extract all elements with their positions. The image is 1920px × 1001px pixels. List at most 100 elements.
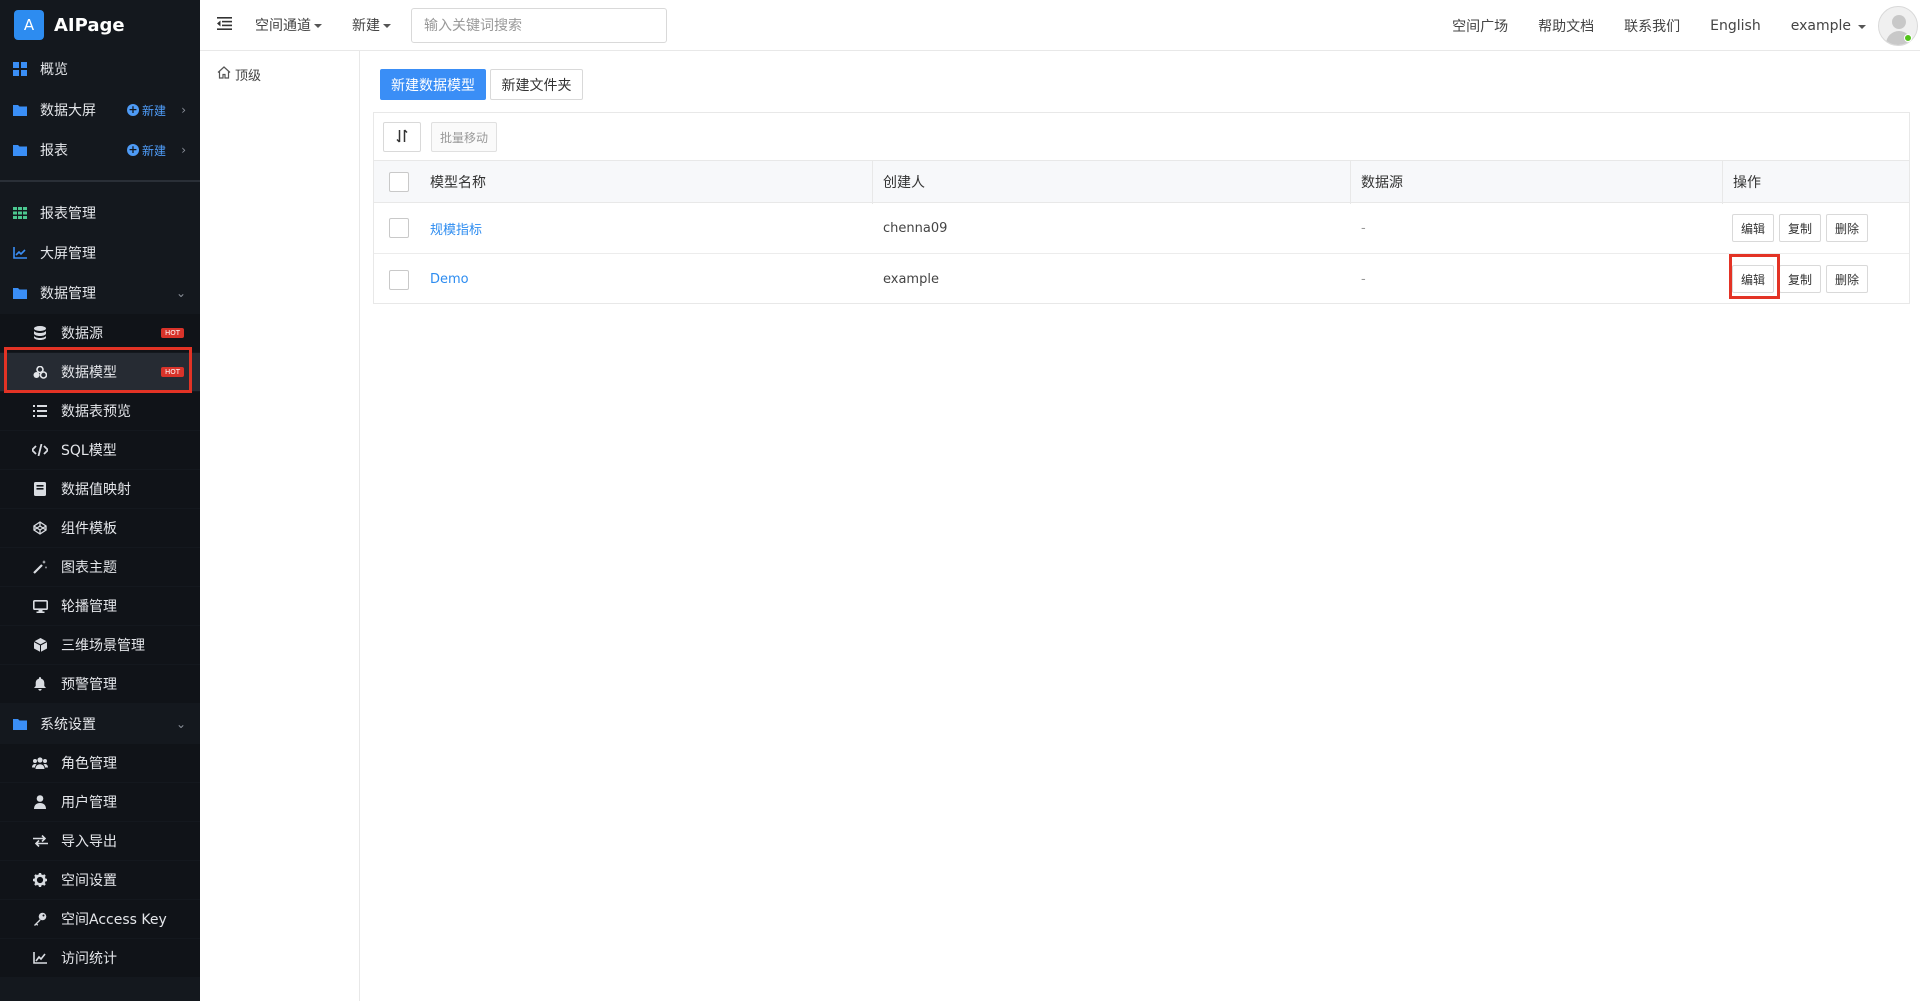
sidebar-item-reports[interactable]: 报表 + 新建 › [0, 131, 200, 169]
sidebar-item-access-key[interactable]: 空间Access Key [0, 900, 200, 938]
sidebar-item-import-export[interactable]: 导入导出 [0, 822, 200, 860]
sidebar-item-user-management[interactable]: 用户管理 [0, 783, 200, 821]
new-data-screen-link[interactable]: + 新建 [126, 102, 166, 119]
sidebar-item-label: 空间设置 [61, 873, 117, 889]
menu-toggle-icon[interactable] [217, 16, 233, 34]
sidebar-item-label: 空间Access Key [61, 912, 167, 928]
sidebar-item-overview[interactable]: 概览 [0, 50, 200, 88]
sidebar: A AIPage 概览 数据大屏 + 新建 › 报表 + 新建 › 报表管理 大… [0, 0, 200, 1001]
column-header-datasource[interactable]: 数据源 [1361, 161, 1403, 202]
column-header-name[interactable]: 模型名称 [430, 161, 486, 202]
sidebar-item-label: 三维场景管理 [61, 638, 145, 654]
model-name-link[interactable]: 规模指标 [430, 203, 482, 253]
table-icon [12, 205, 28, 221]
language-link[interactable]: English [1710, 18, 1761, 34]
edit-button[interactable]: 编辑 [1732, 214, 1774, 242]
sidebar-item-screen-management[interactable]: 大屏管理 [0, 234, 200, 272]
column-header-creator[interactable]: 创建人 [883, 161, 925, 202]
hot-badge: HOT [160, 367, 184, 377]
datasource-cell: - [1361, 272, 1366, 287]
chevron-right-icon: › [181, 143, 186, 157]
delete-button[interactable]: 删除 [1826, 265, 1868, 293]
sidebar-divider [0, 180, 200, 182]
sidebar-item-3d-scene-management[interactable]: 三维场景管理 [0, 626, 200, 664]
sidebar-item-data-screen[interactable]: 数据大屏 + 新建 › [0, 91, 200, 129]
contact-us-link[interactable]: 联系我们 [1624, 16, 1680, 36]
column-divider [1350, 161, 1351, 204]
list-icon [32, 403, 48, 419]
folder-icon [12, 285, 28, 301]
space-plaza-link[interactable]: 空间广场 [1452, 16, 1508, 36]
key-icon [32, 911, 48, 927]
folder-icon [12, 102, 28, 118]
sidebar-item-component-template[interactable]: 组件模板 [0, 509, 200, 547]
avatar[interactable] [1878, 5, 1918, 46]
sidebar-item-label: 导入导出 [61, 834, 117, 850]
user-name: example [1790, 17, 1851, 34]
table-row: Demo example - 编辑 复制 删除 [374, 254, 1909, 305]
sidebar-item-label: 数据大屏 [40, 103, 96, 119]
chevron-down-icon: ⌄ [175, 717, 186, 731]
topbar-right: 空间广场 帮助文档 联系我们 English example [1452, 0, 1920, 51]
row-checkbox[interactable] [389, 269, 409, 290]
new-folder-button[interactable]: 新建文件夹 [490, 69, 583, 100]
search-input[interactable] [411, 7, 667, 43]
sidebar-item-alert-management[interactable]: 预警管理 [0, 665, 200, 703]
new-dropdown[interactable]: 新建 [352, 15, 391, 35]
copy-button[interactable]: 复制 [1779, 214, 1821, 242]
select-all-cell [389, 161, 409, 202]
help-docs-link[interactable]: 帮助文档 [1538, 16, 1594, 36]
bell-icon [32, 676, 48, 692]
user-menu[interactable]: example [1791, 18, 1866, 34]
sidebar-item-label: 大屏管理 [40, 246, 96, 262]
sidebar-item-label: 轮播管理 [61, 599, 117, 615]
sidebar-item-label: 报表 [40, 143, 68, 159]
sidebar-item-carousel-management[interactable]: 轮播管理 [0, 587, 200, 625]
sidebar-item-value-mapping[interactable]: 数据值映射 [0, 470, 200, 508]
sidebar-item-label: 数据表预览 [61, 404, 131, 420]
select-all-checkbox[interactable] [389, 171, 409, 192]
sort-button[interactable] [383, 122, 421, 152]
sidebar-item-datasource[interactable]: 数据源 HOT [0, 314, 200, 352]
row-checkbox[interactable] [389, 218, 409, 238]
chart-line-icon [12, 245, 28, 261]
sidebar-item-access-statistics[interactable]: 访问统计 [0, 939, 200, 977]
sidebar-item-sql-model[interactable]: SQL模型 [0, 431, 200, 469]
column-header-actions: 操作 [1733, 174, 1761, 191]
model-name-link[interactable]: Demo [430, 254, 469, 305]
caret-down-icon [314, 24, 322, 28]
delete-button[interactable]: 删除 [1826, 214, 1868, 242]
sidebar-item-space-settings[interactable]: 空间设置 [0, 861, 200, 899]
exchange-icon [32, 833, 48, 849]
folder-root[interactable]: 顶级 [217, 65, 261, 84]
sidebar-item-label: 数据管理 [40, 286, 96, 302]
batch-move-button: 批量移动 [431, 122, 497, 152]
sidebar-item-report-management[interactable]: 报表管理 [0, 194, 200, 232]
topbar: 空间通道 新建 空间广场 帮助文档 联系我们 English example [200, 0, 1920, 51]
sidebar-group-data-management[interactable]: 数据管理 ⌄ [0, 274, 200, 312]
cube-icon [32, 637, 48, 653]
sidebar-item-label: 数据模型 [61, 365, 117, 381]
folder-icon [12, 142, 28, 158]
cubes-icon [32, 364, 48, 380]
new-report-link[interactable]: + 新建 [126, 142, 166, 159]
folder-root-label: 顶级 [235, 69, 262, 84]
creator-cell: chenna09 [883, 220, 948, 236]
new-data-model-button[interactable]: 新建数据模型 [380, 69, 486, 100]
sidebar-group-system-settings[interactable]: 系统设置 ⌄ [0, 705, 200, 743]
copy-button[interactable]: 复制 [1779, 265, 1821, 293]
new-dropdown-label: 新建 [352, 18, 380, 34]
logo-text: AIPage [54, 14, 125, 36]
sidebar-item-role-management[interactable]: 角色管理 [0, 744, 200, 782]
space-channel-dropdown[interactable]: 空间通道 [255, 15, 322, 35]
caret-down-icon [1858, 24, 1866, 29]
logo[interactable]: A AIPage [0, 0, 200, 50]
edit-button[interactable]: 编辑 [1732, 265, 1774, 293]
codepen-icon [32, 520, 48, 536]
sidebar-item-label: 组件模板 [61, 521, 117, 537]
online-status-dot [1904, 34, 1912, 42]
sidebar-item-data-model[interactable]: 数据模型 HOT [0, 353, 200, 391]
plus-icon: + [126, 143, 139, 156]
sidebar-item-table-preview[interactable]: 数据表预览 [0, 392, 200, 430]
sidebar-item-chart-theme[interactable]: 图表主题 [0, 548, 200, 586]
